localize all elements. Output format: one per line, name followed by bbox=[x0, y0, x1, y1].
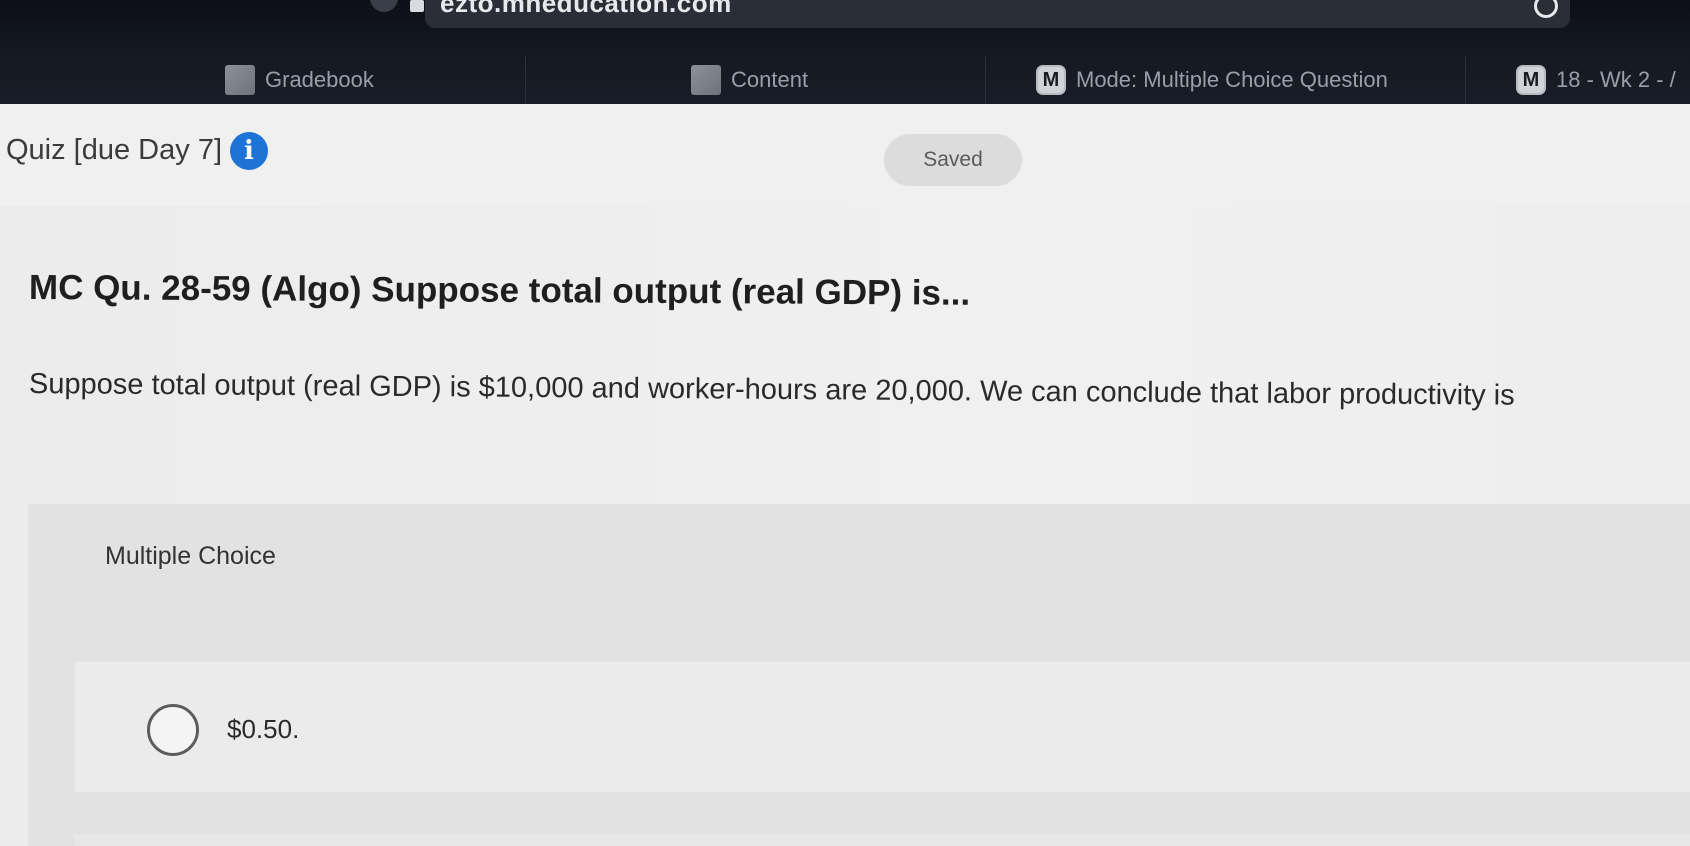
url-text[interactable]: ezto.mheducation.com bbox=[440, 0, 732, 19]
question-title: MC Qu. 28-59 (Algo) Suppose total output… bbox=[28, 268, 971, 313]
bookmark-gradebook[interactable]: Gradebook bbox=[225, 56, 525, 104]
edit-square-icon bbox=[225, 65, 255, 95]
saved-status-badge: Saved bbox=[884, 134, 1022, 186]
m-logo-icon: M bbox=[1036, 65, 1066, 95]
multiple-choice-panel: Multiple Choice $0.50. bbox=[28, 504, 1690, 846]
bookmark-mode-multiple-choice[interactable]: M Mode: Multiple Choice Question bbox=[985, 56, 1465, 104]
question-area: MC Qu. 28-59 (Algo) Suppose total output… bbox=[0, 206, 1690, 506]
quiz-title: Quiz [due Day 7] bbox=[6, 134, 222, 166]
bookmark-label: Content bbox=[731, 67, 809, 92]
bookmark-label: 18 - Wk 2 - / bbox=[1556, 67, 1676, 92]
bookmark-wk2[interactable]: M 18 - Wk 2 - / bbox=[1465, 56, 1690, 104]
question-text: Suppose total output (real GDP) is $10,0… bbox=[28, 368, 1515, 412]
answer-option-label: $0.50. bbox=[227, 714, 300, 744]
browser-chrome: ezto.mheducation.com Gradebook Content M… bbox=[0, 0, 1690, 104]
answer-option-next[interactable] bbox=[75, 834, 1690, 846]
bookmark-label: Mode: Multiple Choice Question bbox=[1076, 67, 1388, 92]
bookmark-label: Gradebook bbox=[265, 67, 374, 92]
bookmark-tab-strip: Gradebook Content M Mode: Multiple Choic… bbox=[0, 56, 1690, 104]
lock-icon bbox=[410, 0, 424, 12]
bookmark-content[interactable]: Content bbox=[525, 56, 985, 104]
edit-square-icon bbox=[691, 65, 721, 95]
info-icon[interactable]: i bbox=[230, 132, 268, 170]
browser-back-shape[interactable] bbox=[370, 0, 398, 12]
radio-button[interactable] bbox=[147, 704, 199, 756]
multiple-choice-label: Multiple Choice bbox=[105, 542, 276, 570]
m-logo-icon: M bbox=[1516, 65, 1546, 95]
answer-option[interactable]: $0.50. bbox=[75, 662, 1690, 792]
quiz-header: Quiz [due Day 7] i Saved bbox=[0, 104, 1690, 206]
